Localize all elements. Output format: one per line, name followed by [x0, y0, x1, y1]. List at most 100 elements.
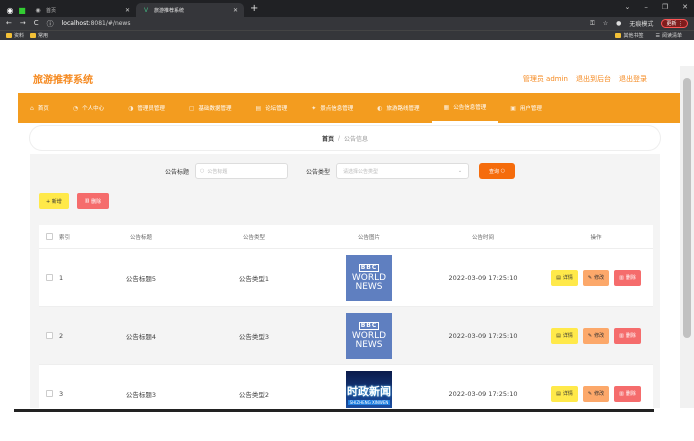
chevron-down-icon[interactable]: ⌄ — [624, 3, 630, 11]
edit-button[interactable]: ✎ 修改 — [582, 385, 610, 402]
trash-icon: ▥ — [619, 390, 624, 397]
close-tab-icon[interactable]: ✕ — [233, 7, 238, 14]
breadcrumb: 首页 / 公告信息 — [30, 126, 660, 150]
url-field[interactable]: localhost:8081/#/news — [62, 20, 131, 27]
new-tab-icon[interactable]: + — [250, 3, 258, 14]
header-time: 公告时间 — [471, 234, 494, 241]
maximize-icon[interactable]: ❐ — [662, 3, 668, 11]
user-icon: ◔ — [72, 104, 79, 112]
row-checkbox[interactable] — [45, 274, 53, 281]
browser-tab-app[interactable]: V 旅游推荐系统 ✕ — [136, 3, 244, 17]
back-icon[interactable]: ← — [6, 19, 12, 29]
nav-item-base-data[interactable]: ▢ 基础数据管理 — [177, 93, 244, 123]
update-button[interactable]: 更新 ⋮ — [661, 19, 688, 28]
globe-icon: ◉ — [35, 6, 41, 14]
nav-item-forum[interactable]: ▤ 论坛管理 — [244, 93, 300, 123]
detail-button[interactable]: ▤ 详情 — [551, 327, 578, 344]
app-logo: 旅游推荐系统 — [33, 75, 93, 86]
search-icon: ○ — [200, 168, 205, 174]
pencil-icon: ✎ — [587, 390, 593, 397]
reload-icon[interactable]: C — [34, 19, 39, 29]
admin-icon: ◑ — [128, 104, 134, 112]
back-to-admin-link[interactable]: 退出到后台 — [576, 74, 611, 84]
header-type: 公告类型 — [242, 234, 265, 241]
other-bookmarks[interactable]: 其他书签 — [615, 32, 644, 39]
notice-image[interactable]: BBC WORLD NEWS — [346, 312, 392, 359]
horizontal-scrollbar[interactable] — [14, 409, 654, 412]
select-all-checkbox[interactable] — [45, 233, 53, 240]
notice-image[interactable]: 时政新闻 SHIZHENG XINWEN — [346, 370, 392, 408]
row-index: 3 — [59, 389, 64, 398]
query-button[interactable]: 查询 ○ — [479, 163, 515, 179]
row-time: 2022-03-09 17:25:10 — [448, 389, 518, 398]
nav-item-home[interactable]: ⌂ 首页 — [18, 93, 61, 123]
forward-icon[interactable]: → — [20, 19, 26, 29]
detail-button[interactable]: ▤ 详情 — [551, 385, 578, 402]
detail-button[interactable]: ▤ 详情 — [551, 269, 578, 286]
window-controls: ⌄ – ❐ ✕ — [624, 3, 688, 11]
notice-image[interactable]: BBC WORLD NEWS — [346, 254, 392, 301]
breadcrumb-home[interactable]: 首页 — [322, 134, 334, 143]
batch-delete-button[interactable]: ▥ 删除 — [76, 193, 110, 209]
key-icon[interactable]: ⚿ — [590, 20, 595, 28]
home-icon: ⌂ — [30, 104, 34, 112]
edit-button[interactable]: ✎ 修改 — [582, 269, 610, 286]
title-search-input[interactable]: ○ 公告标题 — [195, 163, 288, 179]
action-bar: + 新增 ▥ 删除 — [39, 193, 110, 209]
edit-button[interactable]: ✎ 修改 — [582, 327, 610, 344]
nav-item-spots[interactable]: ✦ 景点信息管理 — [299, 93, 365, 123]
folder-icon — [615, 33, 622, 38]
nav-item-admins[interactable]: ◑ 管理员管理 — [116, 93, 177, 123]
delete-button[interactable]: ▥ 删除 — [614, 269, 641, 286]
reading-list[interactable]: ☰ 阅读清单 — [656, 32, 683, 40]
bottom-area — [0, 408, 694, 441]
incognito-icon: ● — [616, 20, 622, 27]
type-select[interactable]: 请选择公告类型 ⌄ — [336, 163, 470, 179]
row-checkbox[interactable] — [45, 332, 53, 339]
breadcrumb-separator: / — [337, 134, 341, 142]
trash-icon: ▥ — [619, 332, 624, 339]
nav-item-profile[interactable]: ◔ 个人中心 — [61, 93, 116, 123]
nav-item-routes[interactable]: ◐ 旅游路线管理 — [365, 93, 431, 123]
info-icon[interactable]: ⓘ — [47, 19, 54, 29]
row-title: 公告标题4 — [125, 332, 157, 341]
document-icon: ▤ — [556, 390, 561, 397]
app-icon[interactable]: ■ — [16, 4, 28, 16]
bookmark-folder[interactable]: 资料 — [6, 32, 24, 39]
chrome-icon[interactable]: ◉ — [4, 4, 16, 16]
delete-button[interactable]: ▥ 删除 — [614, 327, 641, 344]
nav-item-users[interactable]: ▣ 用户管理 — [498, 93, 554, 123]
bookmark-folder[interactable]: 常用 — [30, 32, 48, 39]
minimize-icon[interactable]: – — [644, 3, 648, 11]
row-type: 公告类型1 — [238, 274, 270, 283]
close-window-icon[interactable]: ✕ — [682, 3, 688, 11]
browser-tab-home[interactable]: ◉ 首页 ✕ — [28, 3, 136, 17]
row-time: 2022-03-09 17:25:10 — [448, 331, 518, 340]
nav-item-notices[interactable]: ▦ 公告信息管理 — [431, 93, 499, 123]
table-row: 2 公告标题4 公告类型3 BBC WORLD NEWS 2022-03-09 17… — [39, 307, 653, 365]
notice-table: 索引 公告标题 公告类型 公告图片 公告时间 操作 1 公告标题5 公告类型1 … — [39, 225, 653, 408]
add-button[interactable]: + 新增 — [39, 193, 69, 209]
close-tab-icon[interactable]: ✕ — [125, 7, 130, 14]
header-index: 索引 — [59, 234, 71, 241]
app-page: 旅游推荐系统 管理员 admin 退出到后台 退出登录 ⌂ 首页 ◔ 个人中心 ◑ 管… — [0, 66, 680, 408]
delete-button[interactable]: ▥ 删除 — [614, 385, 641, 402]
logout-link[interactable]: 退出登录 — [619, 74, 647, 84]
breadcrumb-current: 公告信息 — [344, 135, 369, 143]
row-title: 公告标题5 — [125, 274, 157, 283]
row-index: 2 — [59, 331, 64, 340]
row-checkbox[interactable] — [45, 390, 53, 397]
route-icon: ◐ — [377, 104, 383, 112]
users-icon: ▣ — [510, 104, 516, 112]
star-icon[interactable]: ☆ — [603, 20, 608, 27]
scrollbar-thumb[interactable] — [683, 78, 691, 338]
search-icon: ○ — [500, 168, 505, 174]
row-title: 公告标题3 — [125, 390, 157, 399]
table-row: 1 公告标题5 公告类型1 BBC WORLD NEWS 2022-03-09 17… — [39, 249, 653, 307]
trash-icon: ▥ — [619, 274, 624, 281]
row-type: 公告类型3 — [238, 332, 270, 341]
notice-icon: ▦ — [443, 103, 450, 111]
table-header: 索引 公告标题 公告类型 公告图片 公告时间 操作 — [39, 225, 653, 249]
forum-icon: ▤ — [255, 104, 262, 112]
data-icon: ▢ — [188, 104, 195, 112]
